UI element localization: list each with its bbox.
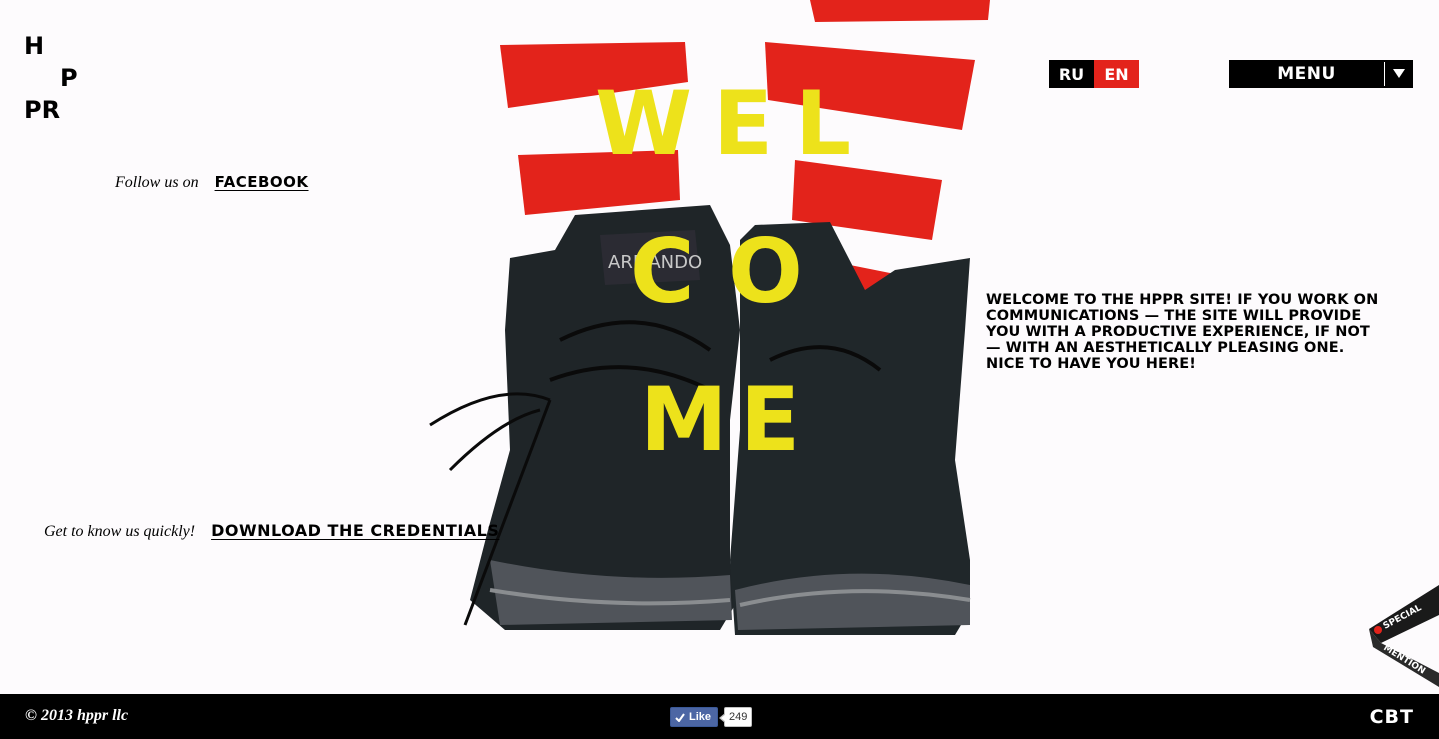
check-icon: [675, 712, 685, 722]
boots-illustration: ARMANDO: [429, 0, 990, 635]
like-label: Like: [689, 711, 712, 723]
follow-us: Follow us on FACEBOOK: [115, 173, 309, 192]
copyright: © 2013 hppr llc: [25, 707, 129, 724]
menu-button[interactable]: MENU: [1229, 60, 1413, 88]
hero-illustration: ARMANDO W E L C O M E: [410, 0, 990, 650]
welcome-letter-e2: E: [740, 368, 801, 471]
badge-mention-text: MENTION: [1381, 643, 1426, 677]
facebook-like-widget: Like 249: [670, 707, 753, 727]
follow-us-label: Follow us on: [115, 174, 199, 191]
site-logo[interactable]: H P PR: [24, 30, 84, 125]
lang-ru-button[interactable]: RU: [1049, 60, 1094, 88]
menu-label: MENU: [1277, 64, 1336, 84]
welcome-letter-o: O: [728, 220, 803, 323]
welcome-letter-l: L: [795, 72, 852, 175]
special-mention-badge[interactable]: SPECIAL MENTION: [1369, 585, 1439, 687]
footer: © 2013 hppr llc Like 249 CBT: [0, 694, 1439, 739]
language-switch: RU EN: [1049, 60, 1139, 88]
welcome-letter-w: W: [595, 72, 693, 175]
logo-letters-pr: PR: [24, 96, 61, 124]
cbt-logo[interactable]: CBT: [1370, 706, 1414, 728]
like-count: 249: [718, 707, 753, 727]
credentials: Get to know us quickly! DOWNLOAD THE CRE…: [44, 521, 499, 541]
download-credentials-link[interactable]: DOWNLOAD THE CREDENTIALS: [211, 521, 499, 540]
logo-letter-p: P: [60, 64, 78, 92]
logo-letter-h: H: [24, 32, 45, 60]
lang-en-button[interactable]: EN: [1094, 60, 1139, 88]
facebook-link[interactable]: FACEBOOK: [215, 173, 309, 191]
welcome-letter-c: C: [630, 220, 695, 323]
welcome-letter-m: M: [640, 368, 728, 471]
credentials-label: Get to know us quickly!: [44, 523, 196, 540]
intro-text: Welcome to the HPPR site! If you work on…: [986, 292, 1379, 372]
chevron-down-icon[interactable]: [1385, 60, 1413, 88]
welcome-letter-e: E: [713, 72, 774, 175]
facebook-like-button[interactable]: Like: [670, 707, 719, 727]
